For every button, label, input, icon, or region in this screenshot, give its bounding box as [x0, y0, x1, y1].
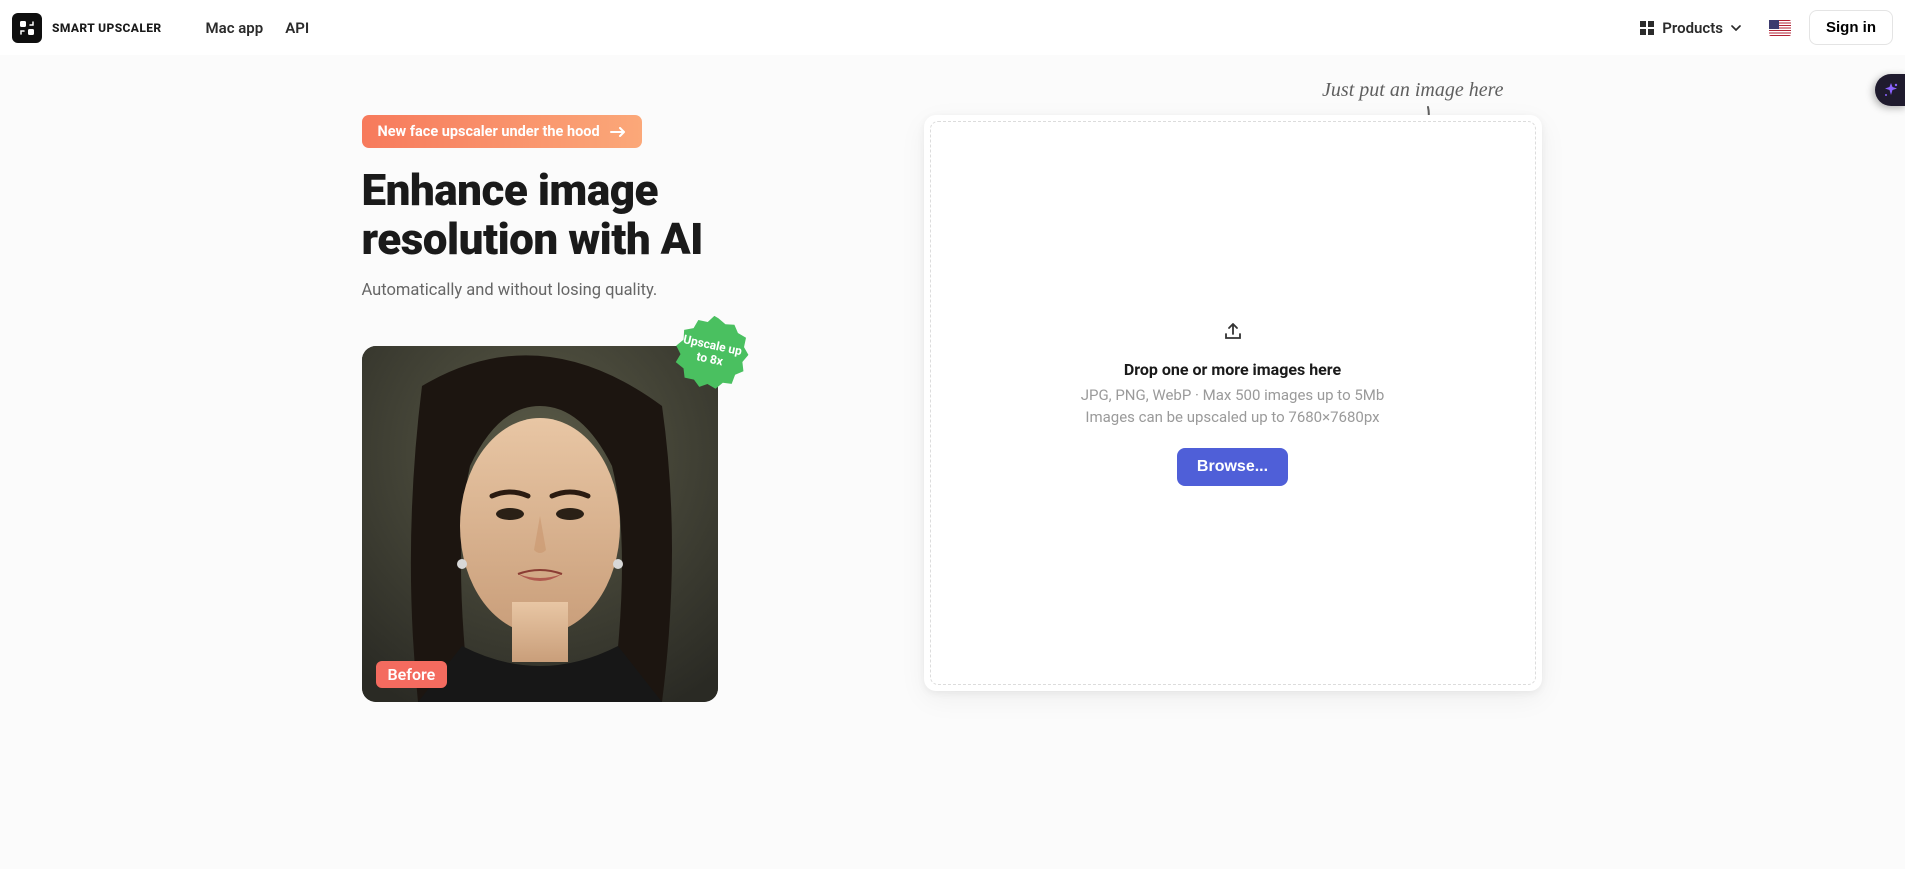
dropzone-meta-line2: Images can be upscaled up to 7680×7680px: [1081, 407, 1385, 429]
hero-title: Enhance image resolution with AI: [362, 166, 832, 265]
dropzone[interactable]: Drop one or more images here JPG, PNG, W…: [924, 115, 1542, 691]
grid-icon: [1640, 21, 1654, 35]
demo-image: [362, 346, 718, 702]
signin-button[interactable]: Sign in: [1809, 10, 1893, 45]
main-content: New face upscaler under the hood Enhance…: [0, 55, 1905, 742]
upscale-badge: Upscale up to 8x: [667, 309, 755, 397]
upload-icon: [1222, 320, 1244, 342]
nav-link-api[interactable]: API: [285, 19, 309, 37]
dropzone-meta-line1: JPG, PNG, WebP · Max 500 images up to 5M…: [1081, 385, 1385, 407]
nav-link-mac-app[interactable]: Mac app: [206, 19, 264, 37]
dropzone-hint: Just put an image here: [1264, 79, 1504, 102]
products-label: Products: [1662, 19, 1723, 37]
hint-text: Just put an image here: [1322, 79, 1503, 101]
hero-subtitle: Automatically and without losing quality…: [362, 281, 832, 300]
before-badge: Before: [376, 661, 448, 688]
upload-column: Just put an image here Drop one or more …: [924, 115, 1544, 702]
main-nav: Mac app API: [206, 19, 310, 37]
header: SMART UPSCALER Mac app API Products Sign…: [0, 0, 1905, 55]
products-dropdown[interactable]: Products: [1632, 13, 1749, 43]
dropzone-title: Drop one or more images here: [1081, 360, 1385, 379]
sparkle-icon: [1883, 82, 1899, 98]
dropzone-meta: JPG, PNG, WebP · Max 500 images up to 5M…: [1081, 385, 1385, 429]
app-logo[interactable]: [12, 13, 42, 43]
side-assistant-pill[interactable]: [1875, 74, 1905, 106]
language-flag-us[interactable]: [1769, 20, 1791, 36]
hero-column: New face upscaler under the hood Enhance…: [362, 115, 832, 702]
arrow-right-icon: [610, 127, 626, 137]
brand-name: SMART UPSCALER: [52, 21, 162, 35]
demo-image-container: Before Upscale up to 8x: [362, 346, 718, 702]
promo-pill[interactable]: New face upscaler under the hood: [362, 115, 642, 148]
promo-label: New face upscaler under the hood: [378, 123, 600, 140]
browse-button[interactable]: Browse...: [1177, 448, 1288, 486]
chevron-down-icon: [1731, 25, 1741, 31]
